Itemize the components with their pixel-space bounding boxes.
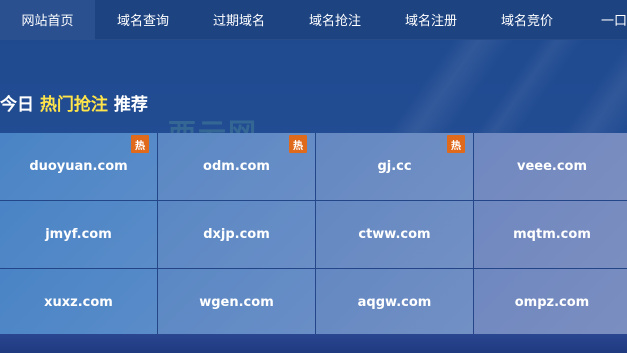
- domain-card[interactable]: dxjp.com: [158, 201, 315, 268]
- nav-item-expired-domains[interactable]: 过期域名: [191, 0, 287, 40]
- domain-name: dxjp.com: [203, 227, 270, 242]
- nav-item-home[interactable]: 网站首页: [0, 0, 95, 40]
- domain-card[interactable]: gj.cc 热: [316, 133, 473, 200]
- nav-item-domain-register[interactable]: 域名注册: [383, 0, 479, 40]
- domain-name: veee.com: [516, 159, 588, 174]
- heading-pre: 今日: [0, 95, 34, 115]
- domain-card[interactable]: ompz.com: [474, 269, 627, 336]
- hot-badge: 热: [131, 135, 149, 153]
- nav-item-buy-now[interactable]: 一口: [575, 0, 627, 40]
- hot-badge: 热: [289, 135, 307, 153]
- domain-name: wgen.com: [199, 295, 274, 310]
- domain-name: duoyuan.com: [29, 159, 128, 174]
- domain-name: odm.com: [203, 159, 270, 174]
- heading-highlight: 热门抢注: [39, 95, 108, 115]
- domain-name: aqgw.com: [357, 295, 432, 310]
- footer-band: [0, 334, 627, 353]
- domain-card[interactable]: ctww.com: [316, 201, 473, 268]
- domain-grid: duoyuan.com 热 odm.com 热 gj.cc 热 veee.com…: [0, 133, 627, 336]
- domain-card[interactable]: duoyuan.com 热: [0, 133, 157, 200]
- section-heading: 今日 热门抢注 推荐: [0, 90, 148, 115]
- domain-card[interactable]: jmyf.com: [0, 201, 157, 268]
- domain-card[interactable]: aqgw.com: [316, 269, 473, 336]
- nav-item-domain-auction[interactable]: 域名竞价: [479, 0, 575, 40]
- top-nav: 网站首页 域名查询 过期域名 域名抢注 域名注册 域名竞价 一口: [0, 0, 627, 40]
- hot-badge: 热: [447, 135, 465, 153]
- domain-card[interactable]: wgen.com: [158, 269, 315, 336]
- domain-card[interactable]: odm.com 热: [158, 133, 315, 200]
- domain-card[interactable]: mqtm.com: [474, 201, 627, 268]
- heading-post: 推荐: [113, 95, 148, 115]
- domain-card[interactable]: xuxz.com: [0, 269, 157, 336]
- domain-name: ctww.com: [358, 227, 431, 242]
- domain-name: xuxz.com: [44, 295, 113, 310]
- domain-name: mqtm.com: [513, 227, 591, 242]
- domain-card[interactable]: veee.com: [474, 133, 627, 200]
- domain-name: jmyf.com: [45, 227, 112, 242]
- domain-name: ompz.com: [514, 295, 590, 310]
- nav-item-domain-snapping[interactable]: 域名抢注: [287, 0, 383, 40]
- nav-item-domain-search[interactable]: 域名查询: [95, 0, 191, 40]
- domain-name: gj.cc: [377, 159, 412, 174]
